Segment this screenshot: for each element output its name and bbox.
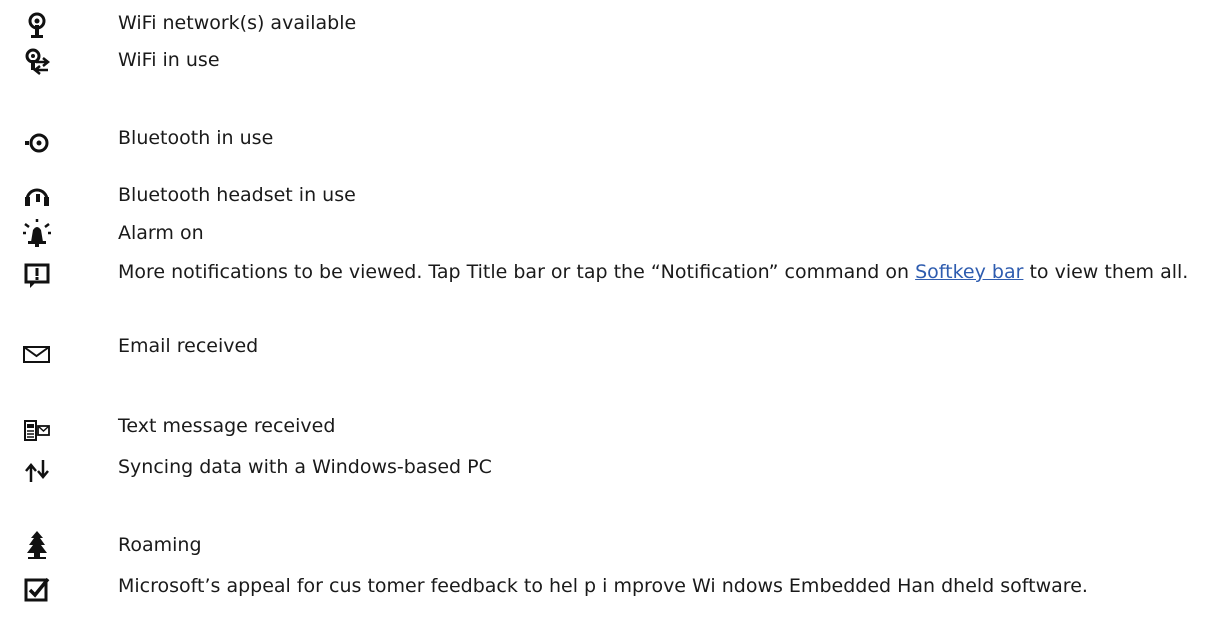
legend-text: Bluetooth in use	[118, 127, 274, 149]
wifi-in-use-icon	[22, 47, 52, 77]
legend-text: Email received	[118, 335, 259, 357]
email-icon	[22, 339, 52, 369]
text-message-icon	[22, 415, 52, 445]
legend-text: Bluetooth headset in use	[118, 184, 356, 206]
bluetooth-in-use-icon	[22, 127, 52, 157]
roaming-icon	[22, 530, 52, 560]
legend-text: More notifications to be viewed. Tap Tit…	[118, 257, 1208, 287]
legend-text-part: to view them all.	[1023, 261, 1189, 283]
alarm-icon	[22, 218, 52, 248]
sync-icon	[22, 456, 52, 486]
more-notifications-icon	[22, 261, 52, 291]
legend-text: Alarm on	[118, 222, 204, 244]
legend-text-part: More notifications to be viewed. Tap Tit…	[118, 261, 916, 283]
legend-text: Text message received	[118, 415, 336, 437]
legend-text: Roaming	[118, 534, 202, 556]
legend-text: WiFi in use	[118, 49, 220, 71]
bluetooth-headset-icon	[22, 182, 52, 212]
status-icon-legend: WiFi network(s) available WiFi in use Bl…	[0, 0, 1230, 637]
feedback-checkbox-icon	[22, 575, 52, 605]
wifi-available-icon	[22, 10, 52, 40]
legend-text: WiFi network(s) available	[118, 12, 357, 34]
softkey-bar-link[interactable]: Softkey bar	[915, 261, 1023, 283]
legend-text: Microsoft’s appeal for cus tomer feedbac…	[118, 575, 1088, 597]
legend-text: Syncing data with a Windows-based PC	[118, 456, 492, 478]
